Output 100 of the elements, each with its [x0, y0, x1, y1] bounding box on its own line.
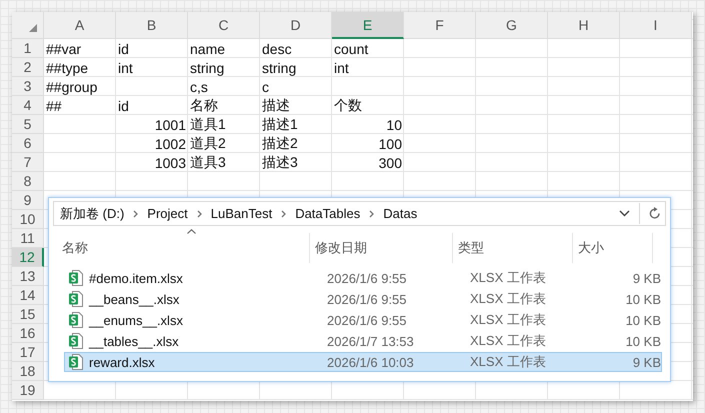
column-header[interactable]: 修改日期: [310, 233, 453, 263]
file-size: 10 KB: [624, 334, 661, 348]
row-header[interactable]: 16: [12, 324, 44, 343]
column-header[interactable]: F: [404, 12, 476, 39]
row-header[interactable]: 3: [12, 77, 44, 96]
file-name: __beans__.xlsx: [89, 292, 180, 306]
chevron-right-icon: [133, 210, 138, 218]
column-header[interactable]: 名称: [49, 233, 310, 263]
select-all-icon[interactable]: [29, 24, 37, 32]
cell-text: string: [262, 60, 296, 76]
row-header[interactable]: 18: [12, 362, 44, 381]
row-header[interactable]: 11: [12, 229, 44, 248]
column-header[interactable]: 类型: [453, 233, 573, 263]
spreadsheet-file-icon: [69, 291, 83, 307]
address-bar[interactable]: 新加卷 (D:) Project LuBanTest DataTables Datas: [53, 201, 666, 226]
cell-text: c,s: [190, 78, 208, 94]
row-header[interactable]: 7: [12, 153, 44, 172]
cell-text: 描述2: [262, 134, 298, 152]
column-header[interactable]: 大小: [573, 233, 653, 263]
cell-text: ##type: [46, 60, 88, 76]
breadcrumb-item[interactable]: LuBanTest: [210, 206, 272, 221]
file-row[interactable]: __tables__.xlsx 2026/1/7 13:53 XLSX 工作表 10 KB: [64, 331, 662, 351]
file-type: XLSX 工作表: [470, 332, 547, 350]
column-header[interactable]: A: [44, 12, 116, 39]
column-header[interactable]: G: [476, 12, 548, 39]
row-header[interactable]: 2: [12, 58, 44, 77]
chevron-right-icon: [196, 210, 202, 218]
file-type: XLSX 工作表: [470, 290, 547, 308]
cell-text: ##group: [46, 78, 98, 94]
file-name: __enums__.xlsx: [89, 312, 183, 328]
file-date: 2026/1/6 10:03: [327, 354, 415, 370]
cell-text: 描述3: [262, 154, 298, 172]
breadcrumb-item[interactable]: 新加卷 (D:): [60, 204, 124, 222]
cell-text: c: [262, 78, 269, 94]
cell-text: count: [334, 40, 368, 56]
column-header[interactable]: E: [332, 12, 404, 39]
file-type: XLSX 工作表: [470, 311, 547, 329]
spreadsheet-file-icon: [69, 354, 83, 370]
row-header[interactable]: 5: [12, 115, 44, 134]
row-header[interactable]: 10: [12, 210, 44, 229]
column-header[interactable]: H: [548, 12, 620, 39]
file-name: #demo.item.xlsx: [89, 270, 183, 286]
column-header[interactable]: I: [620, 12, 692, 39]
file-size: 10 KB: [624, 292, 661, 306]
file-type: XLSX 工作表: [470, 269, 547, 287]
cell-text: 道具2: [190, 134, 226, 152]
spreadsheet-file-icon: [69, 270, 83, 286]
file-date: 2026/1/6 9:55: [327, 312, 408, 328]
cell-text: string: [190, 60, 224, 76]
cell-text: 1003: [154, 154, 186, 170]
file-type: XLSX 工作表: [470, 353, 547, 371]
cell-text: 个数: [334, 96, 362, 114]
cell-text: 1002: [154, 136, 186, 152]
row-header[interactable]: 4: [12, 96, 44, 115]
cell-text: 1001: [154, 116, 186, 132]
row-header[interactable]: 1: [12, 39, 44, 58]
cell-text: ##: [46, 98, 62, 114]
row-header[interactable]: 9: [12, 191, 44, 210]
cell-text: ##var: [46, 40, 82, 56]
chevron-right-icon: [369, 210, 374, 218]
row-header[interactable]: 8: [12, 172, 44, 191]
cell-text: name: [190, 40, 226, 56]
cell-text: int: [334, 60, 349, 76]
cell-text: 描述: [262, 96, 290, 114]
breadcrumb-item[interactable]: Project: [147, 206, 188, 221]
file-name: __tables__.xlsx: [89, 334, 179, 348]
row-header[interactable]: 17: [12, 343, 44, 362]
file-row[interactable]: __enums__.xlsx 2026/1/6 9:55 XLSX 工作表 10 KB: [64, 310, 662, 330]
row-header[interactable]: 15: [12, 305, 44, 324]
breadcrumb-item[interactable]: Datas: [383, 206, 418, 221]
file-size: 9 KB: [632, 270, 661, 286]
refresh-icon[interactable]: [649, 207, 661, 220]
row-header[interactable]: 6: [12, 134, 44, 153]
file-date: 2026/1/6 9:55: [327, 270, 408, 286]
cell-text: 300: [378, 154, 402, 170]
cell-text: 道具1: [190, 116, 226, 134]
file-row[interactable]: __beans__.xlsx 2026/1/6 9:55 XLSX 工作表 10 KB: [64, 289, 662, 309]
file-row[interactable]: #demo.item.xlsx 2026/1/6 9:55 XLSX 工作表 9 KB: [64, 268, 662, 288]
breadcrumb-item[interactable]: DataTables: [295, 206, 360, 221]
column-header[interactable]: B: [116, 12, 188, 39]
row-header[interactable]: 14: [12, 286, 44, 305]
file-date: 2026/1/6 9:55: [327, 292, 408, 306]
file-size: 9 KB: [632, 354, 661, 370]
cell-text: 100: [378, 136, 402, 152]
cell-text: 名称: [190, 96, 218, 114]
cell-text: 10: [386, 116, 402, 132]
row-header[interactable]: 12: [12, 248, 44, 267]
cell-text: 道具3: [190, 154, 226, 172]
column-header[interactable]: C: [188, 12, 260, 39]
spreadsheet-file-icon: [69, 333, 83, 349]
chevron-right-icon: [281, 210, 286, 218]
row-header[interactable]: 13: [12, 267, 44, 286]
column-header[interactable]: D: [260, 12, 332, 39]
dropdown-chevron-icon[interactable]: [619, 210, 630, 217]
row-header[interactable]: 19: [12, 381, 44, 400]
spreadsheet-file-icon: [69, 312, 83, 328]
file-row[interactable]: reward.xlsx 2026/1/6 10:03 XLSX 工作表 9 KB: [64, 352, 662, 372]
cell-text: desc: [262, 40, 292, 56]
cell-text: int: [118, 60, 133, 76]
cell-text: 描述1: [262, 116, 298, 134]
